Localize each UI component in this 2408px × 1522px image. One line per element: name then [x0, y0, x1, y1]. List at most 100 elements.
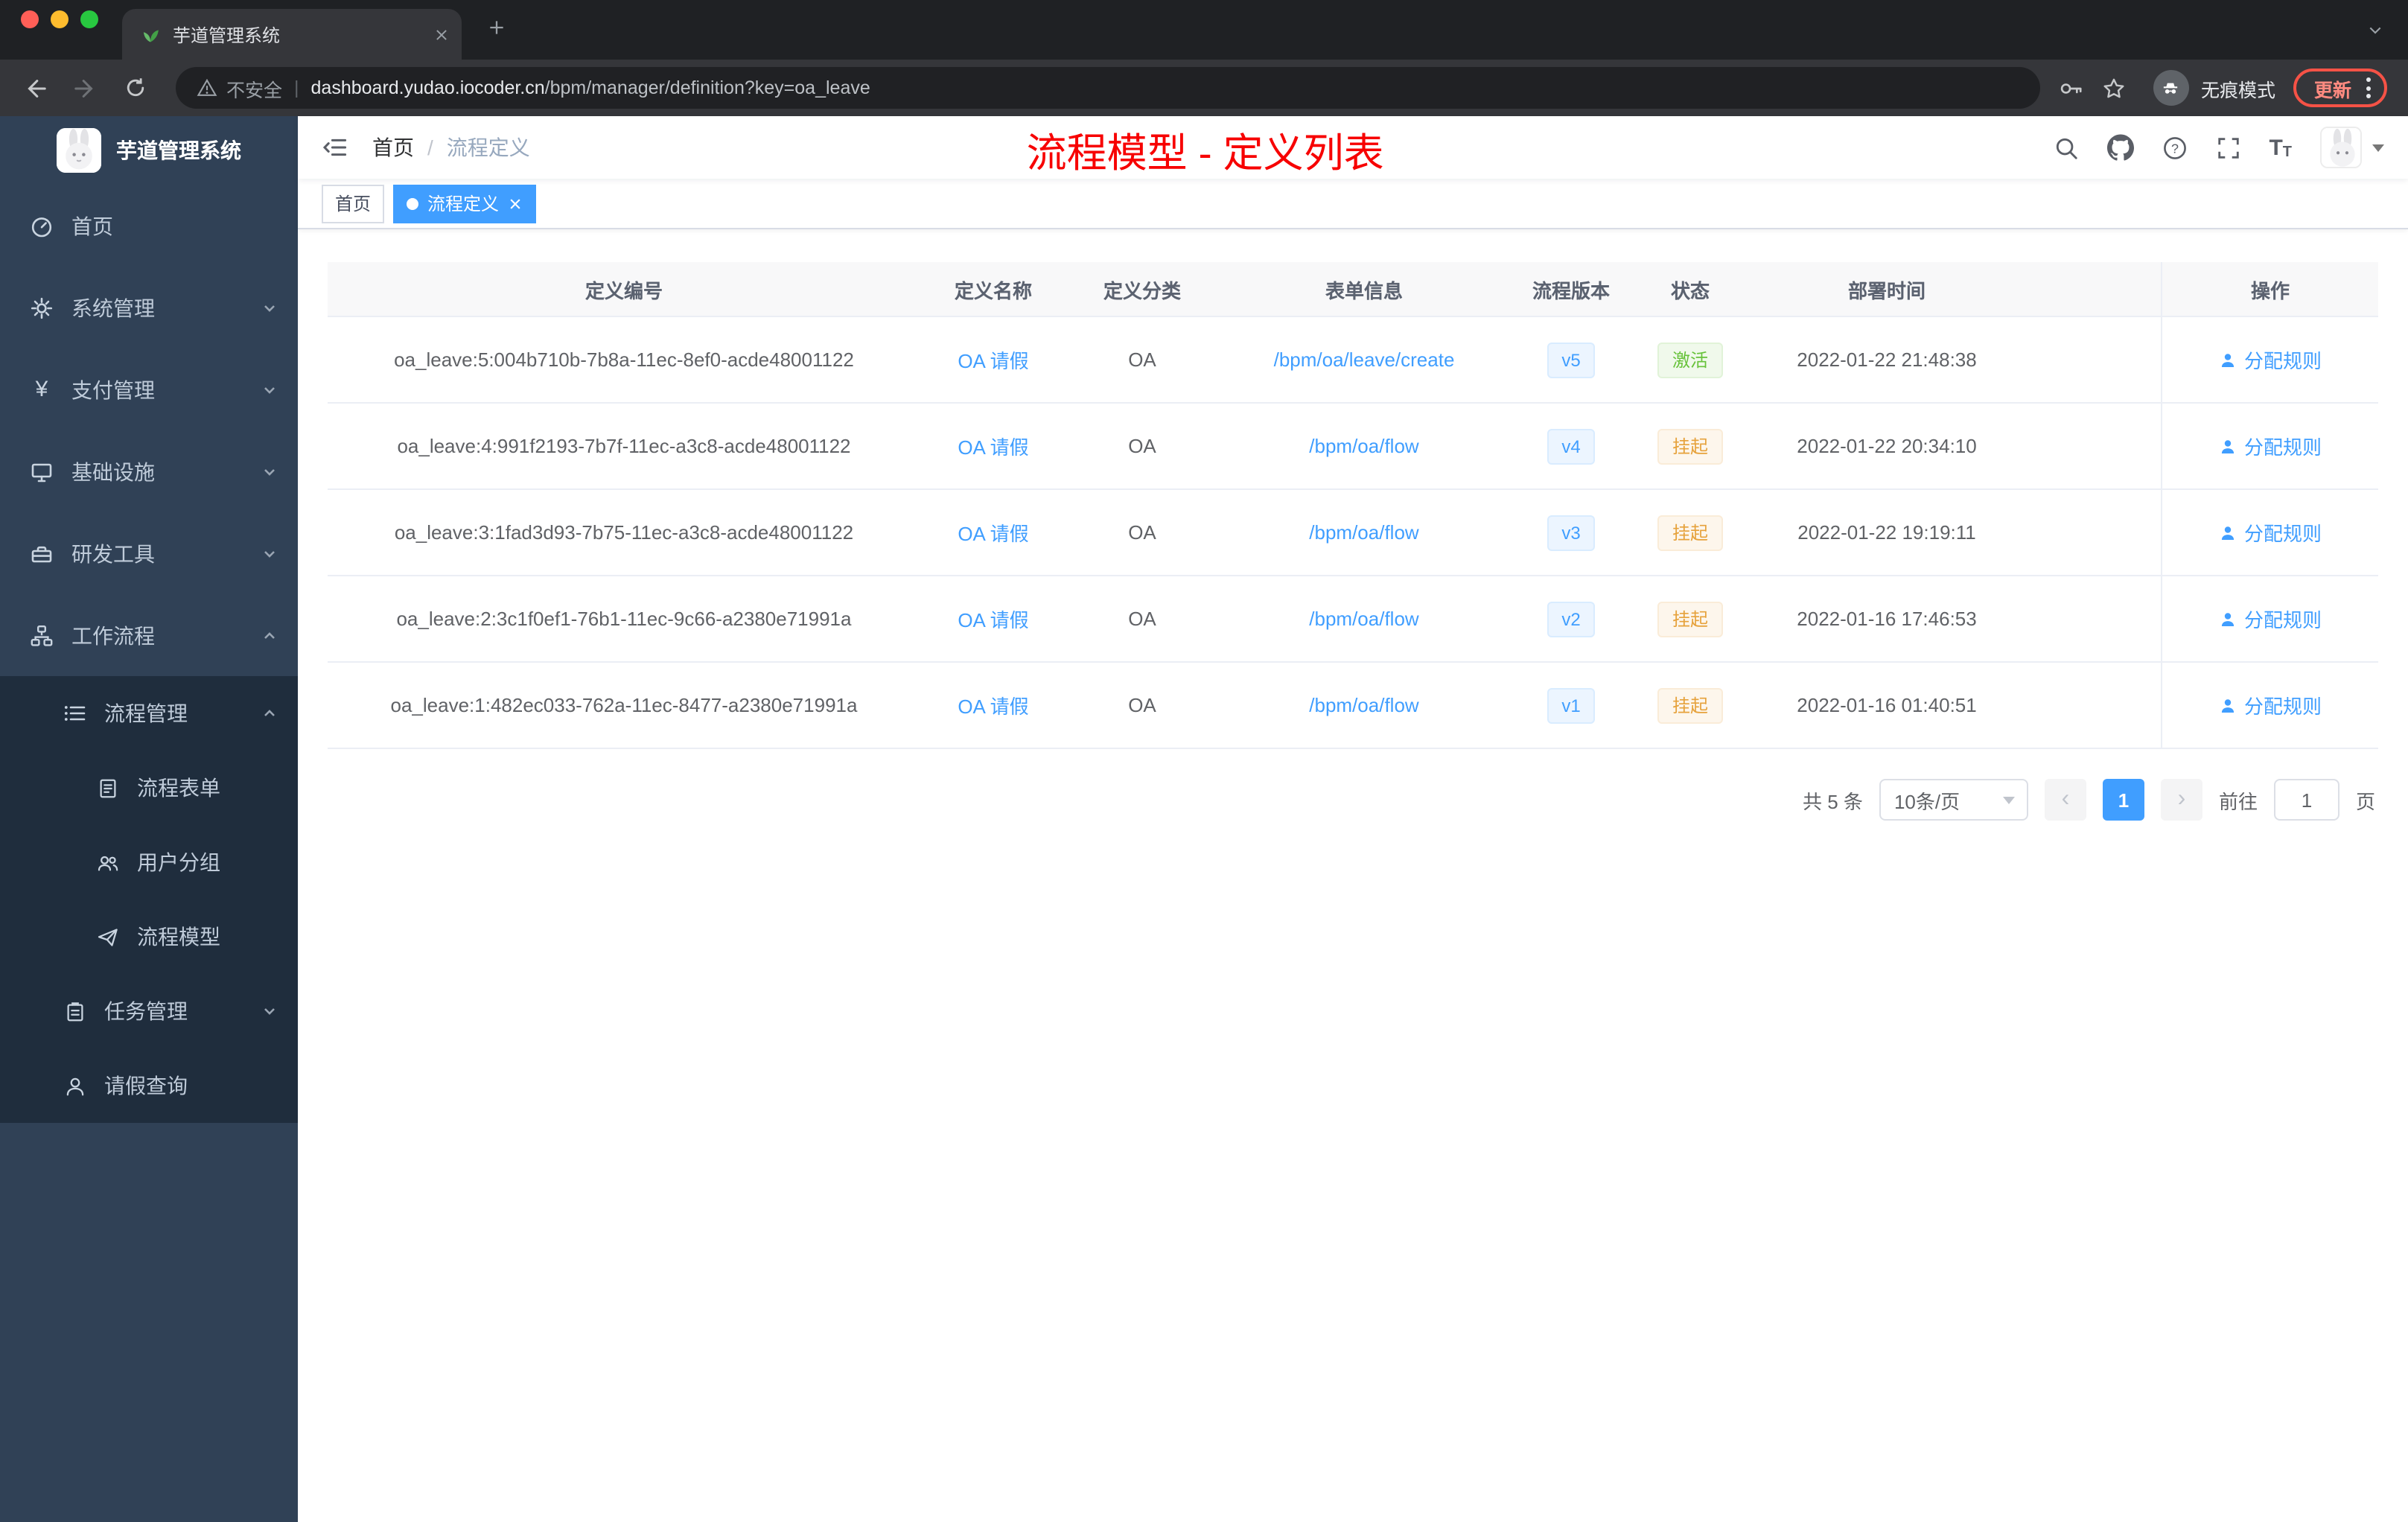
sidebar-item-process-form[interactable]: 流程表单 — [0, 751, 298, 825]
active-dot — [407, 197, 419, 209]
sidebar-item-dev-tools[interactable]: 研发工具 — [0, 512, 298, 594]
browser-toolbar: 不安全 | dashboard.yudao.iocoder.cn/bpm/man… — [0, 60, 2408, 116]
zoom-window-button[interactable] — [80, 10, 98, 28]
definition-name-link[interactable]: OA 请假 — [958, 691, 1028, 719]
column-header-spacer — [2025, 262, 2161, 316]
bookmark-star-icon[interactable] — [2101, 75, 2127, 101]
assign-rule-link[interactable]: 分配规则 — [2219, 691, 2322, 719]
app-title: 芋道管理系统 — [116, 138, 241, 162]
address-bar[interactable]: 不安全 | dashboard.yudao.iocoder.cn/bpm/man… — [176, 67, 2040, 109]
form-link[interactable]: /bpm/oa/flow — [1309, 694, 1418, 716]
toolbox-icon — [30, 541, 54, 565]
security-warning-icon[interactable]: 不安全 — [197, 74, 282, 102]
definition-name-link[interactable]: OA 请假 — [958, 605, 1028, 633]
prev-page-button[interactable]: ‹ — [2044, 779, 2086, 821]
version-tag: v3 — [1547, 515, 1596, 550]
form-link[interactable]: /bpm/oa/leave/create — [1274, 348, 1455, 371]
sidebar-collapse-icon[interactable] — [322, 134, 348, 161]
tag-process-definition[interactable]: 流程定义 — [393, 184, 537, 223]
sidebar-item-label: 用户分组 — [137, 850, 220, 874]
password-key-icon[interactable] — [2058, 75, 2083, 101]
close-icon[interactable] — [508, 196, 523, 211]
chevron-down-icon — [2372, 144, 2384, 151]
user-icon — [2221, 698, 2235, 712]
current-page-button[interactable]: 1 — [2102, 779, 2144, 821]
browser-menu-icon[interactable] — [2357, 77, 2380, 98]
sidebar-item-user-group[interactable]: 用户分组 — [0, 825, 298, 899]
table-row: oa_leave:5:004b710b-7b8a-11ec-8ef0-acde4… — [328, 317, 2378, 404]
assign-rule-link[interactable]: 分配规则 — [2219, 518, 2322, 547]
tab-close-icon[interactable] — [433, 26, 450, 42]
breadcrumb-home[interactable]: 首页 — [372, 133, 414, 162]
assign-rule-link[interactable]: 分配规则 — [2219, 605, 2322, 633]
sidebar-item-label: 工作流程 — [71, 623, 155, 647]
font-size-icon[interactable]: TT — [2269, 135, 2292, 160]
search-icon[interactable] — [2053, 135, 2078, 160]
chevron-down-icon — [262, 464, 277, 479]
security-label: 不安全 — [226, 80, 283, 101]
sidebar-item-label: 研发工具 — [71, 541, 155, 565]
user-avatar-menu[interactable] — [2320, 127, 2384, 168]
sidebar-item-home[interactable]: 首页 — [0, 185, 298, 267]
table-row: oa_leave:3:1fad3d93-7b75-11ec-a3c8-acde4… — [328, 490, 2378, 576]
minimize-window-button[interactable] — [51, 10, 69, 28]
browser-tab-strip: 芋道管理系统 — [0, 0, 2408, 60]
definition-name-link[interactable]: OA 请假 — [958, 346, 1028, 374]
sidebar: 芋道管理系统 首页 系统管理 ¥ 支付管理 基础设施 研发工具 工作流程 流程管… — [0, 116, 298, 1522]
total-count: 共 5 条 — [1803, 790, 1863, 812]
github-icon[interactable] — [2106, 134, 2134, 161]
fullscreen-icon[interactable] — [2215, 135, 2240, 160]
reload-button[interactable] — [113, 66, 158, 110]
status-tag: 挂起 — [1657, 687, 1723, 723]
category-cell: OA — [1128, 521, 1156, 544]
back-button[interactable] — [12, 66, 57, 110]
assign-rule-link[interactable]: 分配规则 — [2219, 432, 2322, 460]
sidebar-item-leave-query[interactable]: 请假查询 — [0, 1048, 298, 1123]
avatar — [2320, 127, 2362, 168]
status-tag: 激活 — [1657, 342, 1723, 378]
svg-text:?: ? — [2170, 140, 2178, 155]
tag-home[interactable]: 首页 — [322, 184, 385, 223]
sidebar-logo[interactable]: 芋道管理系统 — [0, 116, 298, 185]
chevron-down-icon — [262, 300, 277, 315]
next-page-button[interactable]: › — [2160, 779, 2202, 821]
sidebar-item-label: 流程管理 — [104, 701, 188, 725]
sidebar-item-workflow[interactable]: 工作流程 — [0, 594, 298, 676]
definition-name-link[interactable]: OA 请假 — [958, 432, 1028, 460]
screen: 芋道管理系统 不安全 | dashboard.yudao.iocoder.cn/… — [0, 0, 2408, 1522]
form-link[interactable]: /bpm/oa/flow — [1309, 608, 1418, 630]
definition-id-cell: oa_leave:2:3c1f0ef1-76b1-11ec-9c66-a2380… — [396, 608, 852, 630]
sidebar-item-infrastructure[interactable]: 基础设施 — [0, 430, 298, 512]
sidebar-item-task-management[interactable]: 任务管理 — [0, 974, 298, 1048]
sidebar-item-payment[interactable]: ¥ 支付管理 — [0, 348, 298, 430]
definition-id-cell: oa_leave:4:991f2193-7b7f-11ec-a3c8-acde4… — [397, 435, 851, 457]
close-window-button[interactable] — [21, 10, 39, 28]
clipboard-icon — [63, 1000, 86, 1022]
form-link[interactable]: /bpm/oa/flow — [1309, 435, 1418, 457]
help-icon[interactable]: ? — [2162, 135, 2187, 160]
sidebar-item-system[interactable]: 系统管理 — [0, 267, 298, 348]
deploy-time-cell: 2022-01-22 19:19:11 — [1797, 521, 1976, 544]
sidebar-item-label: 流程表单 — [137, 776, 220, 800]
goto-page-input[interactable] — [2273, 779, 2339, 821]
table-header-row: 定义编号 定义名称 定义分类 表单信息 流程版本 状态 部署时间 操作 — [328, 262, 2378, 317]
definition-name-link[interactable]: OA 请假 — [958, 518, 1028, 547]
dashboard-icon — [30, 214, 54, 238]
tab-search-chevron-icon[interactable] — [2366, 21, 2384, 39]
incognito-indicator: 无痕模式 — [2153, 70, 2275, 106]
sidebar-item-label: 首页 — [71, 214, 113, 238]
chrome-update-button[interactable]: 更新 — [2293, 69, 2387, 107]
page-size-select[interactable]: 10条/页 — [1879, 779, 2028, 821]
assign-rule-link[interactable]: 分配规则 — [2219, 346, 2322, 374]
form-link[interactable]: /bpm/oa/flow — [1309, 521, 1418, 544]
sidebar-item-process-model[interactable]: 流程模型 — [0, 899, 298, 974]
sidebar-item-process-management[interactable]: 流程管理 — [0, 676, 298, 751]
breadcrumb-separator: / — [427, 136, 433, 159]
browser-tab[interactable]: 芋道管理系统 — [122, 9, 462, 60]
new-tab-button[interactable] — [474, 4, 518, 49]
forward-button[interactable] — [63, 66, 107, 110]
goto-label: 前往 — [2218, 790, 2258, 812]
column-header-category: 定义分类 — [1103, 279, 1181, 302]
version-tag: v4 — [1547, 428, 1596, 464]
person-icon — [63, 1074, 86, 1097]
